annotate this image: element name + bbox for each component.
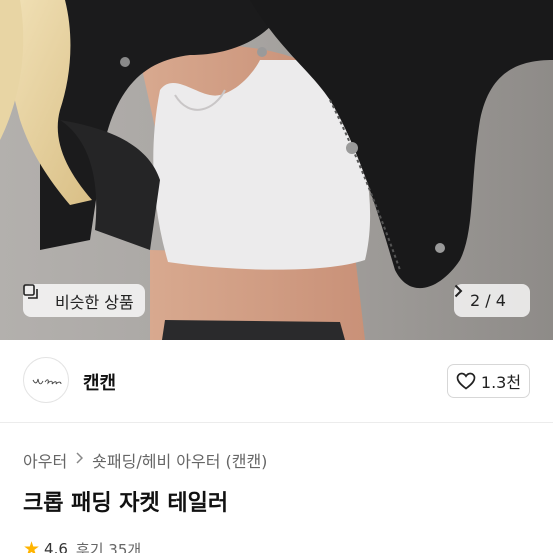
shop-name[interactable]: 캔캔 [83, 369, 116, 395]
shop-avatar[interactable] [23, 357, 69, 403]
image-counter[interactable]: 2 / 4 [454, 284, 530, 317]
image-counter-text: 2 / 4 [470, 291, 506, 310]
product-rating[interactable]: ★ 4.6 후기 35개 [23, 538, 141, 553]
like-count: 1.3천 [480, 373, 522, 392]
similar-items-button[interactable]: 비슷한 상품 [23, 284, 145, 317]
breadcrumb-item-category[interactable]: 아우터 [23, 448, 67, 472]
rating-value: 4.6 [44, 540, 68, 553]
shop-logo-icon [32, 378, 62, 385]
heart-outline-icon [456, 372, 476, 390]
like-button[interactable]: 1.3천 [447, 364, 530, 398]
similar-items-label: 비슷한 상품 [55, 292, 134, 312]
star-icon: ★ [23, 538, 41, 553]
review-count[interactable]: 후기 35개 [76, 539, 141, 553]
breadcrumb-item-subcategory[interactable]: 숏패딩/헤비 아우터 (캔캔) [92, 448, 267, 472]
product-image-carousel[interactable]: 비슷한 상품 2 / 4 [0, 0, 553, 340]
product-title: 크롭 패딩 자켓 테일러 [23, 491, 229, 516]
chevron-right-icon [76, 452, 84, 468]
similar-items-icon [23, 284, 49, 309]
breadcrumb: 아우터 숏패딩/헤비 아우터 (캔캔) [23, 448, 267, 472]
